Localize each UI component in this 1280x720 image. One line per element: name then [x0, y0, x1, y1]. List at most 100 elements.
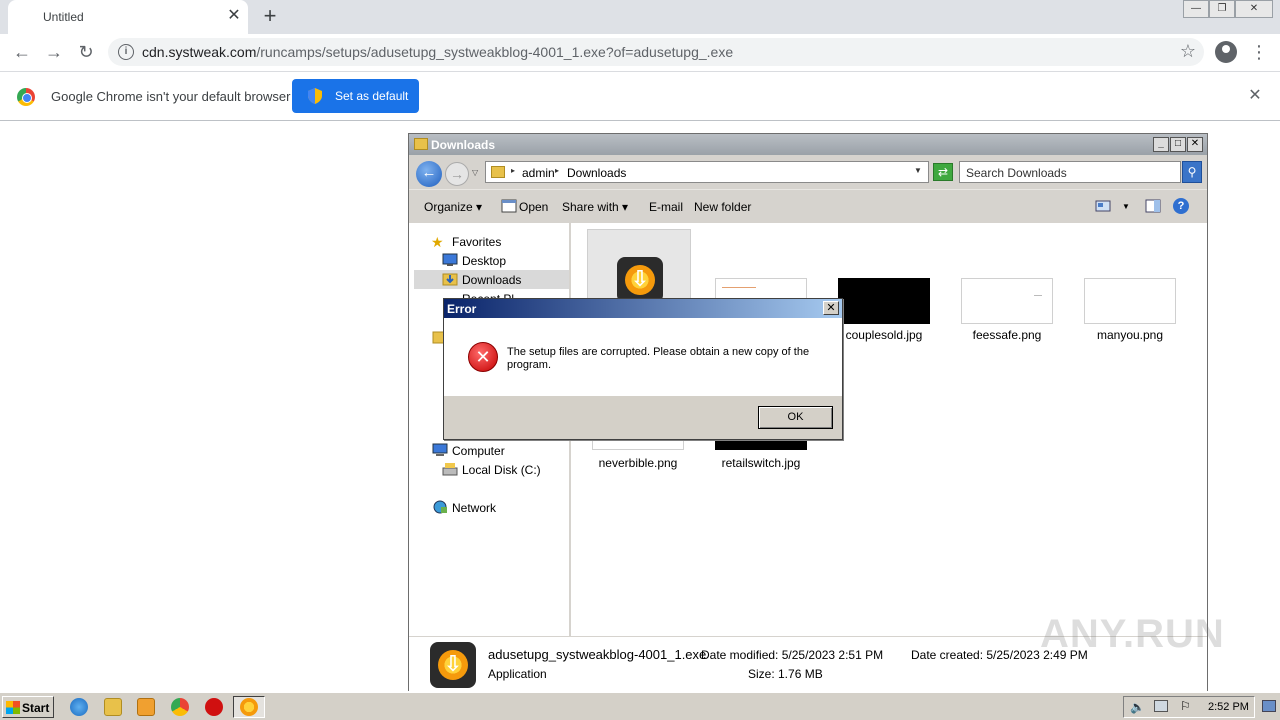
uac-shield-icon	[308, 88, 322, 104]
nav-local-disk[interactable]: Local Disk (C:)	[462, 463, 541, 477]
opera-icon[interactable]	[205, 698, 223, 716]
file-name[interactable]: retailswitch.jpg	[701, 456, 821, 470]
close-window-button[interactable]: ✕	[1235, 0, 1273, 18]
new-folder-button[interactable]: New folder	[694, 200, 751, 214]
history-dropdown-icon[interactable]: ▽	[472, 168, 478, 177]
new-tab-button[interactable]: +	[259, 5, 281, 27]
details-filename: adusetupg_systweakblog-4001_1.exe	[488, 647, 707, 662]
taskbar: Start 🔈 ⚐ 2:52 PM	[0, 692, 1280, 720]
explorer-forward-arrow-icon[interactable]: →	[445, 162, 469, 186]
error-message: The setup files are corrupted. Please ob…	[507, 346, 810, 371]
infobar-message: Google Chrome isn't your default browser	[51, 89, 291, 104]
action-center-flag-icon[interactable]: ⚐	[1180, 699, 1191, 713]
nav-computer[interactable]: Computer	[452, 444, 505, 458]
error-icon: ✕	[468, 342, 498, 372]
chrome-taskbar-icon[interactable]	[171, 698, 189, 716]
network-tray-icon[interactable]	[1154, 700, 1168, 712]
browser-tab[interactable]: Untitled ✕	[8, 0, 248, 34]
explorer-address-row: ← → ▽ ▸ admin ▸ Downloads ▼ ⇄ Search Dow…	[409, 155, 1207, 189]
installer-taskbar-button[interactable]	[233, 696, 265, 718]
nav-network[interactable]: Network	[452, 501, 496, 515]
browser-toolbar: ← → ↻ i cdn.systweak.com/runcamps/setups…	[0, 34, 1280, 71]
tab-title: Untitled	[43, 10, 84, 24]
file-name[interactable]: manyou.png	[1070, 328, 1190, 342]
search-icon[interactable]: ⚲	[1182, 161, 1202, 183]
explorer-close-button[interactable]: ✕	[1187, 137, 1203, 152]
url-path: /runcamps/setups/adusetupg_systweakblog-…	[256, 44, 734, 60]
taskbar-clock[interactable]: 2:52 PM	[1208, 701, 1249, 713]
nav-downloads[interactable]: Downloads	[462, 273, 521, 287]
forward-arrow-icon[interactable]: →	[42, 40, 66, 64]
email-button[interactable]: E-mail	[649, 200, 683, 214]
error-dialog-titlebar[interactable]: Error ✕	[444, 299, 842, 318]
url-host: cdn.systweak.com	[142, 44, 257, 60]
bookmark-star-icon[interactable]: ☆	[1180, 41, 1196, 62]
folder-icon	[414, 138, 428, 150]
breadcrumb-arrow-icon[interactable]: ▸	[511, 166, 515, 175]
back-arrow-icon[interactable]: ←	[10, 40, 34, 64]
share-with-label: Share with	[562, 200, 619, 214]
breadcrumb-admin[interactable]: admin	[522, 166, 555, 180]
share-with-button[interactable]: Share with ▾	[562, 200, 628, 214]
file-thumbnail[interactable]	[961, 278, 1053, 324]
network-icon	[433, 500, 447, 514]
favorites-star-icon: ★	[431, 234, 444, 250]
explorer-maximize-button[interactable]: □	[1170, 137, 1186, 152]
volume-icon[interactable]: 🔈	[1130, 700, 1145, 714]
start-button[interactable]: Start	[2, 696, 54, 718]
address-bar[interactable]: i cdn.systweak.com/runcamps/setups/aduse…	[108, 38, 1204, 66]
file-name[interactable]: neverbible.png	[578, 456, 698, 470]
profile-avatar-icon[interactable]	[1215, 41, 1237, 63]
installer-taskbar-icon	[240, 698, 258, 716]
error-dialog-close-icon[interactable]: ✕	[823, 301, 839, 315]
preview-pane-icon[interactable]	[1145, 199, 1161, 213]
site-info-icon[interactable]: i	[118, 44, 134, 60]
view-dropdown-icon[interactable]: ▼	[1122, 202, 1130, 211]
tab-close-icon[interactable]: ✕	[225, 7, 243, 25]
local-disk-icon	[442, 463, 458, 476]
default-browser-infobar: Google Chrome isn't your default browser…	[0, 71, 1280, 121]
organize-button[interactable]: Organize ▾	[424, 200, 482, 214]
nav-desktop[interactable]: Desktop	[462, 254, 506, 268]
infobar-close-icon[interactable]: ✕	[1246, 87, 1264, 105]
chrome-menu-icon[interactable]: ⋮	[1250, 40, 1268, 64]
breadcrumb-arrow-icon[interactable]: ▸	[555, 166, 559, 175]
restore-window-button[interactable]: ❐	[1209, 0, 1235, 18]
refresh-icon[interactable]: ⇄	[933, 163, 953, 181]
url-text[interactable]: cdn.systweak.com/runcamps/setups/adusetu…	[142, 44, 733, 60]
details-size: Size: 1.76 MB	[748, 667, 823, 681]
file-thumbnail[interactable]	[1084, 278, 1176, 324]
minimize-window-button[interactable]: —	[1183, 0, 1209, 18]
explorer-minimize-button[interactable]: _	[1153, 137, 1169, 152]
file-explorer-icon[interactable]	[104, 698, 122, 716]
downloads-folder-icon	[442, 273, 458, 286]
nav-favorites[interactable]: Favorites	[452, 235, 501, 249]
ok-button[interactable]: OK	[758, 406, 833, 429]
open-button[interactable]: Open	[519, 200, 548, 214]
internet-explorer-icon[interactable]	[70, 698, 88, 716]
explorer-back-arrow-icon[interactable]: ←	[416, 161, 442, 187]
media-player-icon[interactable]	[137, 698, 155, 716]
set-as-default-label: Set as default	[335, 89, 409, 103]
file-name[interactable]: feessafe.png	[947, 328, 1067, 342]
open-icon	[501, 199, 517, 213]
breadcrumb-downloads[interactable]: Downloads	[567, 166, 626, 180]
address-dropdown-icon[interactable]: ▼	[914, 166, 922, 175]
help-icon[interactable]: ?	[1173, 198, 1189, 214]
reload-icon[interactable]: ↻	[74, 40, 98, 64]
explorer-titlebar[interactable]: Downloads _ □ ✕	[409, 134, 1207, 155]
error-dialog-body: ✕ The setup files are corrupted. Please …	[444, 318, 842, 396]
windows-logo-icon	[6, 701, 20, 714]
set-as-default-button[interactable]: Set as default	[292, 79, 419, 113]
show-desktop-icon[interactable]	[1262, 700, 1276, 712]
tab-strip: Untitled ✕ + — ❐ ✕	[0, 0, 1280, 34]
chrome-logo-icon	[17, 88, 35, 106]
desktop-icon	[442, 253, 458, 266]
explorer-title: Downloads	[431, 138, 496, 152]
computer-icon	[432, 443, 448, 456]
explorer-search-input[interactable]: Search Downloads	[959, 161, 1181, 183]
watermark-logo: ANY.RUN	[1040, 612, 1225, 656]
change-view-icon[interactable]	[1095, 199, 1111, 213]
explorer-address-box[interactable]: ▸ admin ▸ Downloads ▼	[485, 161, 929, 183]
file-thumbnail[interactable]	[838, 278, 930, 324]
